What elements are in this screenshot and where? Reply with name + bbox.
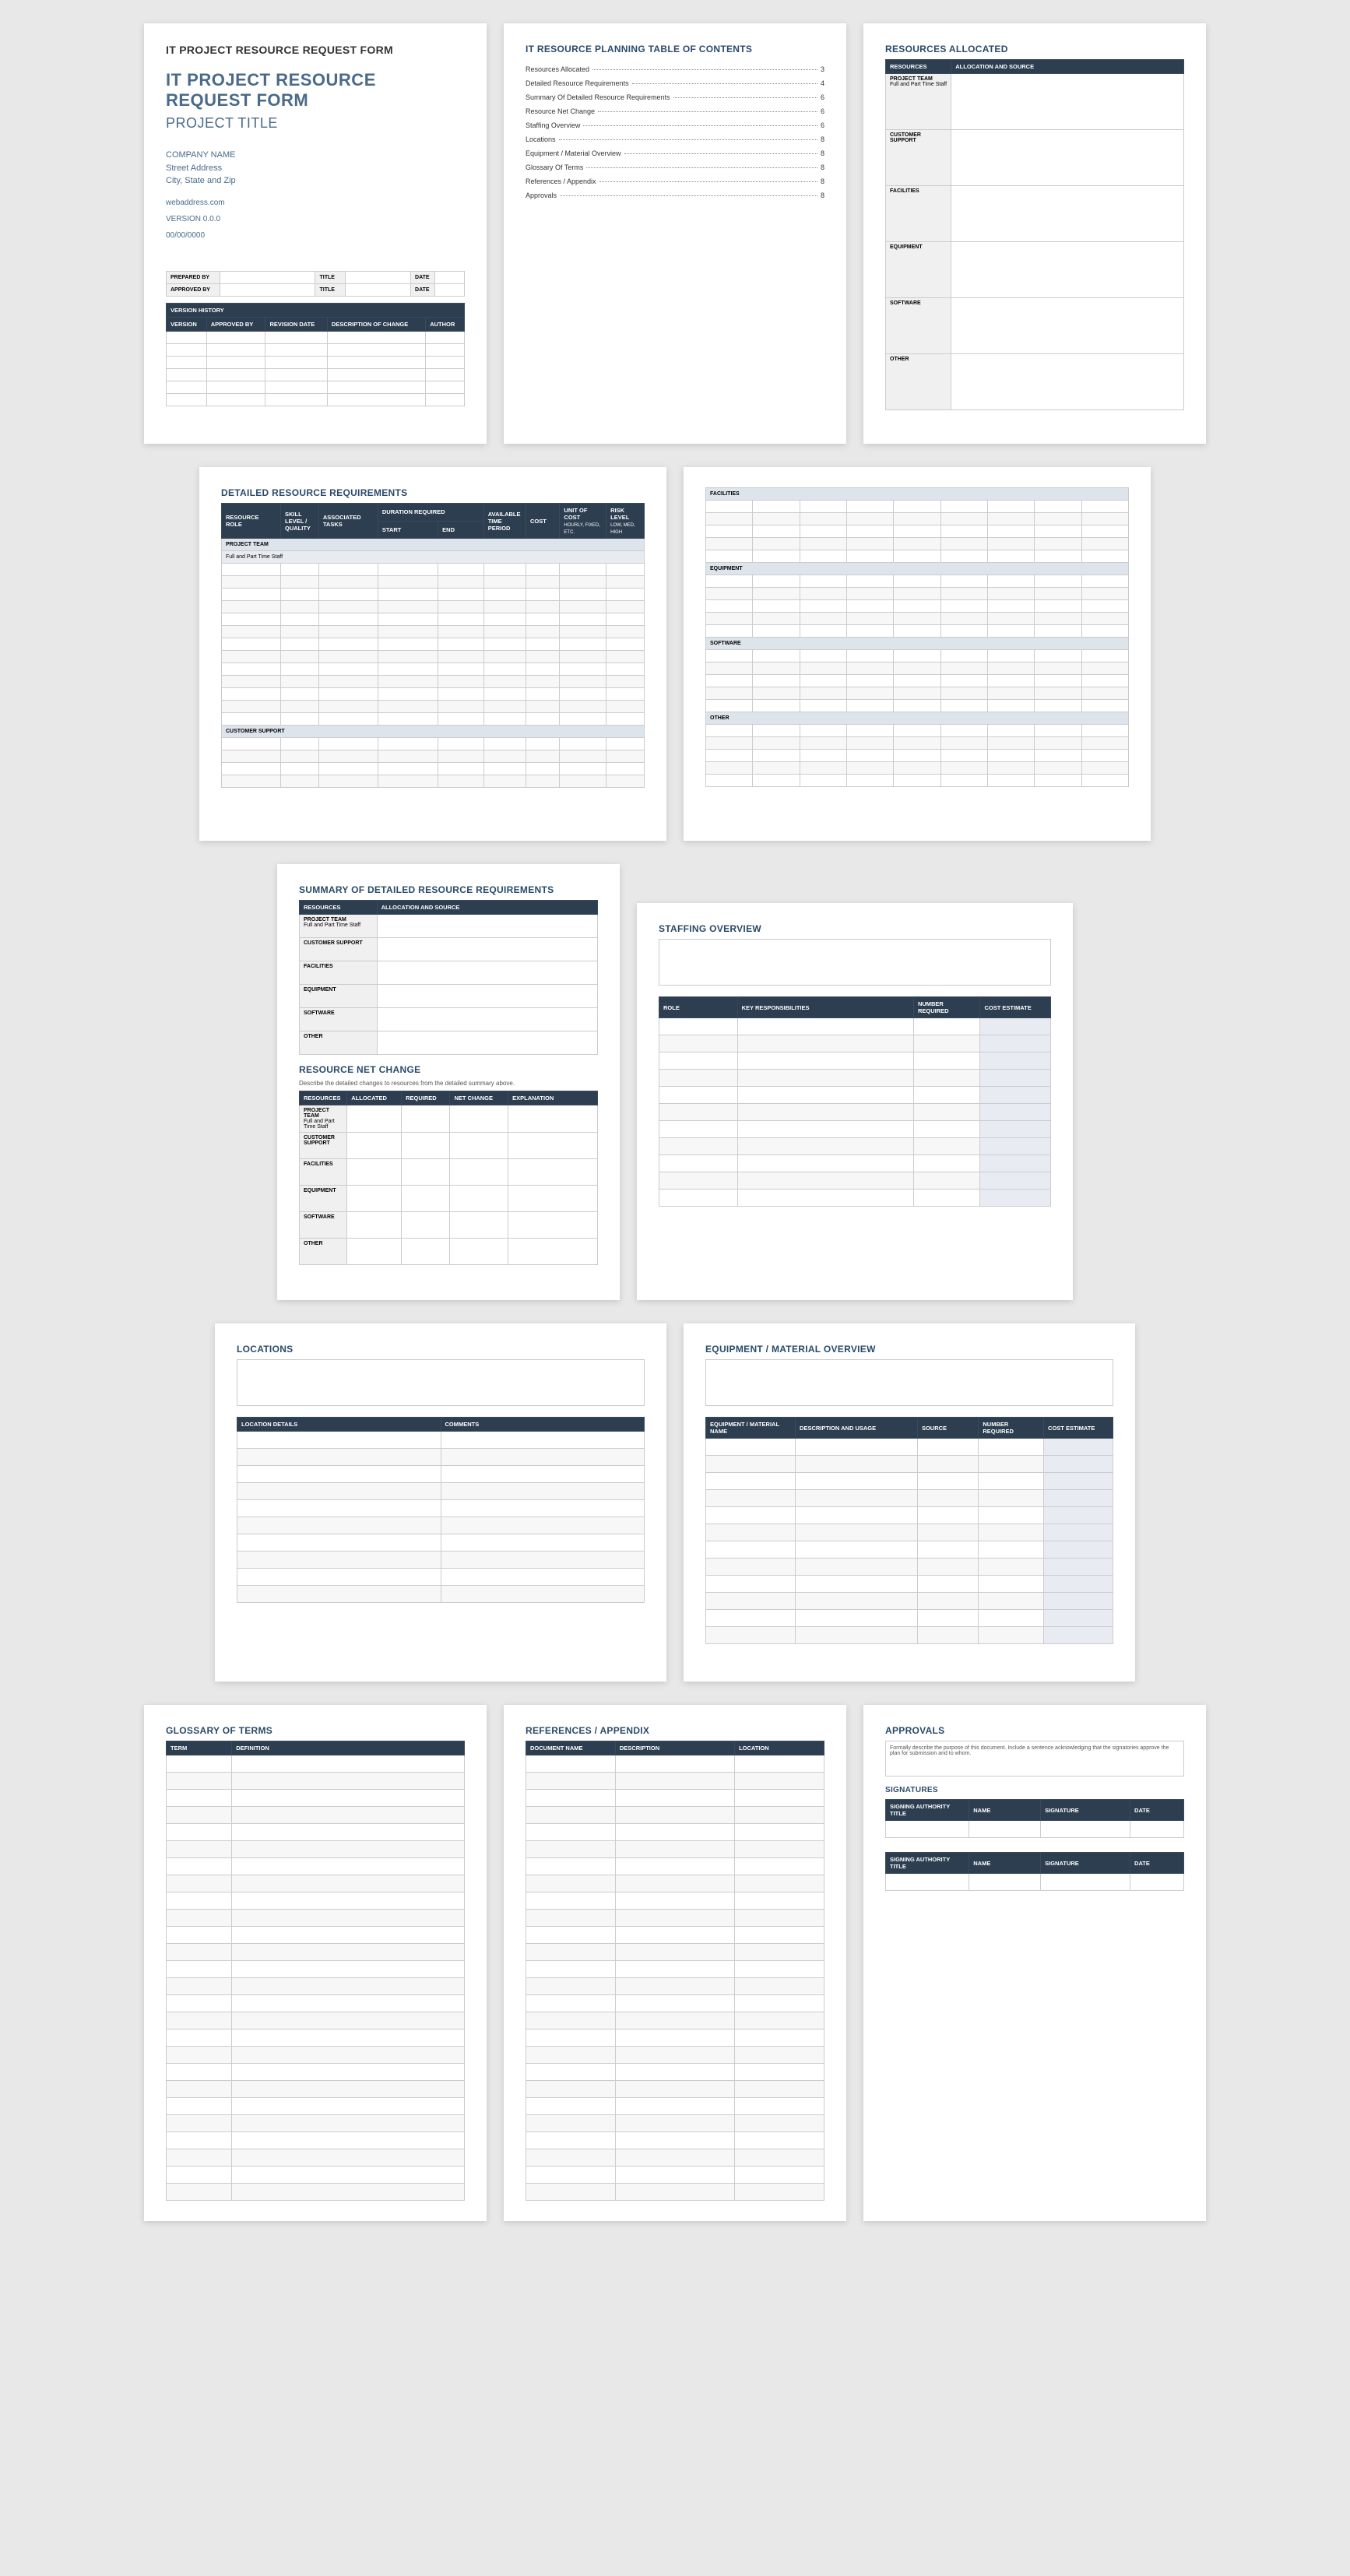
signature-table-2: SIGNING AUTHORITY TITLENAMESIGNATUREDATE — [885, 1852, 1184, 1891]
toc-item: Equipment / Material Overview8 — [526, 149, 824, 157]
page-glossary: GLOSSARY OF TERMS TERMDEFINITION — [144, 1705, 487, 2221]
glossary-table: TERMDEFINITION — [166, 1741, 465, 2201]
version-label: VERSION 0.0.0 — [166, 215, 465, 223]
summary-table: RESOURCESALLOCATION AND SOURCE PROJECT T… — [299, 900, 598, 1055]
page-locations: LOCATIONS LOCATION DETAILSCOMMENTS — [215, 1323, 666, 1682]
locations-intro — [237, 1359, 645, 1406]
toc-list: Resources Allocated3 Detailed Resource Re… — [526, 65, 824, 199]
detailed-req-table: RESOURCE ROLE SKILL LEVEL / QUALITY ASSO… — [221, 503, 645, 788]
page-resources-allocated: RESOURCES ALLOCATED RESOURCESALLOCATION … — [863, 23, 1206, 444]
netchange-title: RESOURCE NET CHANGE — [299, 1064, 598, 1075]
equipment-intro — [705, 1359, 1113, 1406]
toc-item: Detailed Resource Requirements4 — [526, 79, 824, 87]
summary-title: SUMMARY OF DETAILED RESOURCE REQUIREMENT… — [299, 884, 598, 895]
section-title: EQUIPMENT / MATERIAL OVERVIEW — [705, 1344, 1113, 1355]
page-toc: IT RESOURCE PLANNING TABLE OF CONTENTS R… — [504, 23, 846, 444]
toc-title: IT RESOURCE PLANNING TABLE OF CONTENTS — [526, 44, 824, 54]
date-label: 00/00/0000 — [166, 231, 465, 240]
toc-item: Approvals8 — [526, 192, 824, 199]
toc-item: Glossary Of Terms8 — [526, 163, 824, 171]
page-detailed-requirements-2: FACILITIES EQUIPMENT SOFTWARE OTHER — [684, 467, 1151, 841]
version-history-table: VERSION HISTORY VERSIONAPPROVED BYREVISI… — [166, 303, 465, 406]
resources-allocated-table: RESOURCESALLOCATION AND SOURCE PROJECT T… — [885, 59, 1184, 410]
company-block: COMPANY NAME Street Address City, State … — [166, 149, 465, 188]
detailed-req-table-2: FACILITIES EQUIPMENT SOFTWARE OTHER — [705, 487, 1129, 787]
prepared-approved-table: PREPARED BYTITLEDATE APPROVED BYTITLEDAT… — [166, 271, 465, 297]
toc-item: Resource Net Change6 — [526, 107, 824, 115]
page-staffing: STAFFING OVERVIEW ROLEKEY RESPONSIBILITI… — [637, 903, 1073, 1300]
section-title: DETAILED RESOURCE REQUIREMENTS — [221, 487, 645, 498]
section-title: STAFFING OVERVIEW — [659, 923, 1051, 934]
toc-item: Resources Allocated3 — [526, 65, 824, 73]
signature-table-1: SIGNING AUTHORITY TITLENAMESIGNATUREDATE — [885, 1799, 1184, 1838]
project-title: PROJECT TITLE — [166, 115, 465, 132]
equipment-table: EQUIPMENT / MATERIAL NAMEDESCRIPTION AND… — [705, 1417, 1113, 1644]
netchange-table: RESOURCESALLOCATEDREQUIREDNET CHANGEEXPL… — [299, 1091, 598, 1265]
section-title: REFERENCES / APPENDIX — [526, 1725, 824, 1736]
toc-item: Summary Of Detailed Resource Requirement… — [526, 93, 824, 101]
page-summary-netchange: SUMMARY OF DETAILED RESOURCE REQUIREMENT… — [277, 864, 620, 1300]
page-detailed-requirements: DETAILED RESOURCE REQUIREMENTS RESOURCE … — [199, 467, 666, 841]
section-title: GLOSSARY OF TERMS — [166, 1725, 465, 1736]
toc-item: Locations8 — [526, 135, 824, 143]
locations-table: LOCATION DETAILSCOMMENTS — [237, 1417, 645, 1603]
staffing-intro — [659, 939, 1051, 986]
section-title: RESOURCES ALLOCATED — [885, 44, 1184, 54]
doc-header: IT PROJECT RESOURCE REQUEST FORM — [166, 44, 465, 56]
page-approvals: APPROVALS Formally describe the purpose … — [863, 1705, 1206, 2221]
page-references: REFERENCES / APPENDIX DOCUMENT NAMEDESCR… — [504, 1705, 846, 2221]
approvals-lead: Formally describe the purpose of this do… — [885, 1741, 1184, 1776]
toc-item: Staffing Overview6 — [526, 121, 824, 129]
toc-item: References / Appendix8 — [526, 177, 824, 185]
section-title: APPROVALS — [885, 1725, 1184, 1736]
form-title: IT PROJECT RESOURCE REQUEST FORM — [166, 70, 465, 111]
staffing-table: ROLEKEY RESPONSIBILITIESNUMBER REQUIREDC… — [659, 996, 1051, 1207]
page-cover: IT PROJECT RESOURCE REQUEST FORM IT PROJ… — [144, 23, 487, 444]
web-address: webaddress.com — [166, 199, 465, 207]
signatures-heading: SIGNATURES — [885, 1786, 1184, 1794]
references-table: DOCUMENT NAMEDESCRIPTIONLOCATION — [526, 1741, 824, 2201]
section-title: LOCATIONS — [237, 1344, 645, 1355]
page-equipment: EQUIPMENT / MATERIAL OVERVIEW EQUIPMENT … — [684, 1323, 1135, 1682]
